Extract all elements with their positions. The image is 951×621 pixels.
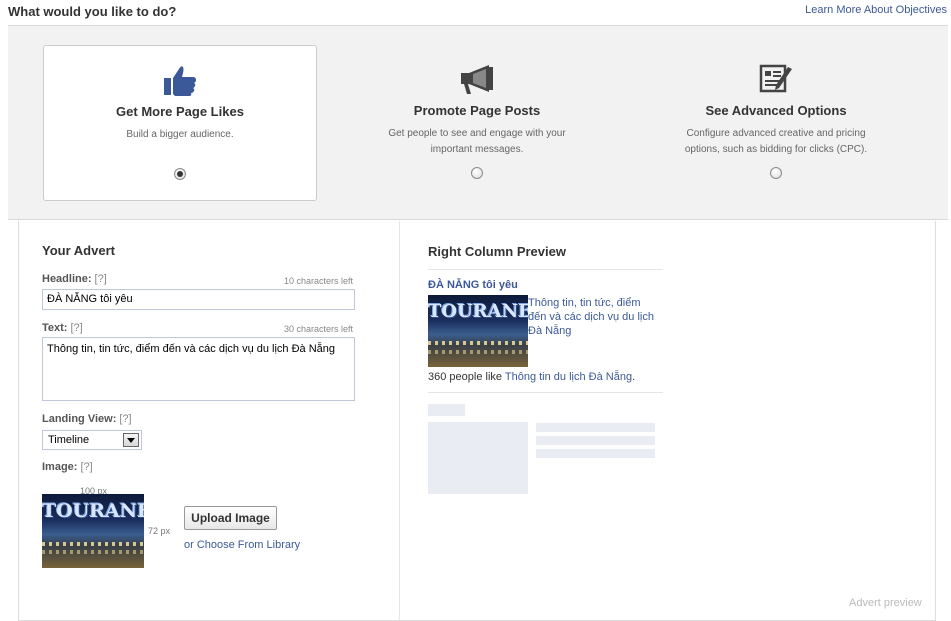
objective-title: See Advanced Options: [705, 103, 847, 118]
objective-title: Promote Page Posts: [413, 103, 541, 118]
preview-rule-top: [428, 269, 663, 270]
objective-advanced[interactable]: See Advanced Options Configure advanced …: [640, 45, 912, 201]
choose-from-library-link[interactable]: or Choose From Library: [184, 539, 300, 551]
advert-preview-note: Advert preview: [849, 597, 922, 609]
landing-help[interactable]: [?]: [119, 413, 131, 425]
your-advert-title: Your Advert: [42, 243, 115, 258]
preview-body-text[interactable]: Thông tin, tin tức, điểm đến và các dịch…: [528, 296, 658, 338]
text-textarea[interactable]: Thông tin, tin tức, điểm đến và các dịch…: [42, 337, 355, 401]
objective-promote-posts[interactable]: Promote Page Posts Get people to see and…: [341, 45, 613, 201]
image-label: Image: [?]: [42, 461, 93, 473]
preview-title: Right Column Preview: [428, 244, 566, 259]
headline-help[interactable]: [?]: [95, 273, 107, 285]
top-bar: What would you like to do? Learn More Ab…: [0, 0, 951, 24]
objective-title: Get More Page Likes: [116, 104, 244, 119]
text-label: Text: [?]: [42, 322, 83, 334]
placeholder-block: [428, 404, 465, 416]
placeholder-line: [536, 423, 655, 432]
megaphone-icon: [461, 65, 493, 94]
preview-thumbnail-logo: TOURANE: [428, 301, 528, 322]
landing-view-label: Landing View: [?]: [42, 413, 132, 425]
preview-page-link[interactable]: Thông tin du lịch Đà Nẵng: [505, 371, 632, 383]
landing-view-value: Timeline: [48, 434, 90, 446]
landing-view-select[interactable]: Timeline: [42, 430, 142, 450]
placeholder-image: [428, 422, 528, 494]
text-chars-left: 30 characters left: [284, 324, 354, 334]
preview-likes: 360 people like Thông tin du lịch Đà Nẵn…: [428, 371, 636, 383]
objective-desc: Build a bigger audience.: [126, 129, 234, 140]
objective-radio-page-likes[interactable]: [174, 168, 186, 180]
upload-image-button[interactable]: Upload Image: [184, 506, 277, 530]
objectives-panel: Get More Page Likes Build a bigger audie…: [8, 25, 948, 220]
learn-more-link[interactable]: Learn More About Objectives: [805, 4, 947, 16]
image-height-label: 72 px: [148, 526, 171, 536]
advanced-options-icon: [759, 64, 792, 93]
advert-image-thumbnail: TOURANE: [42, 494, 144, 568]
chevron-down-icon[interactable]: [123, 433, 139, 447]
text-help[interactable]: [?]: [70, 322, 82, 334]
preview-rule-bottom: [428, 392, 663, 393]
placeholder-line: [536, 436, 655, 445]
placeholder-line: [536, 449, 655, 458]
thumbnail-logo: TOURANE: [42, 500, 144, 522]
headline-label: Headline: [?]: [42, 273, 107, 285]
objective-radio-promote-posts[interactable]: [471, 167, 483, 179]
preview-headline[interactable]: ĐÀ NẴNG tôi yêu: [428, 279, 518, 291]
thumbs-up-icon: [164, 66, 196, 96]
headline-chars-left: 10 characters left: [284, 276, 354, 286]
headline-input[interactable]: ĐÀ NẴNG tôi yêu: [42, 289, 355, 310]
image-help[interactable]: [?]: [80, 461, 92, 473]
objective-page-likes[interactable]: Get More Page Likes Build a bigger audie…: [43, 45, 317, 201]
objective-desc: Configure advanced creative and pricing …: [684, 128, 868, 155]
objective-radio-advanced[interactable]: [770, 167, 782, 179]
column-divider: [399, 221, 400, 621]
page-title: What would you like to do?: [8, 4, 177, 19]
preview-image: TOURANE: [428, 295, 528, 367]
objective-desc: Get people to see and engage with your i…: [388, 128, 566, 155]
